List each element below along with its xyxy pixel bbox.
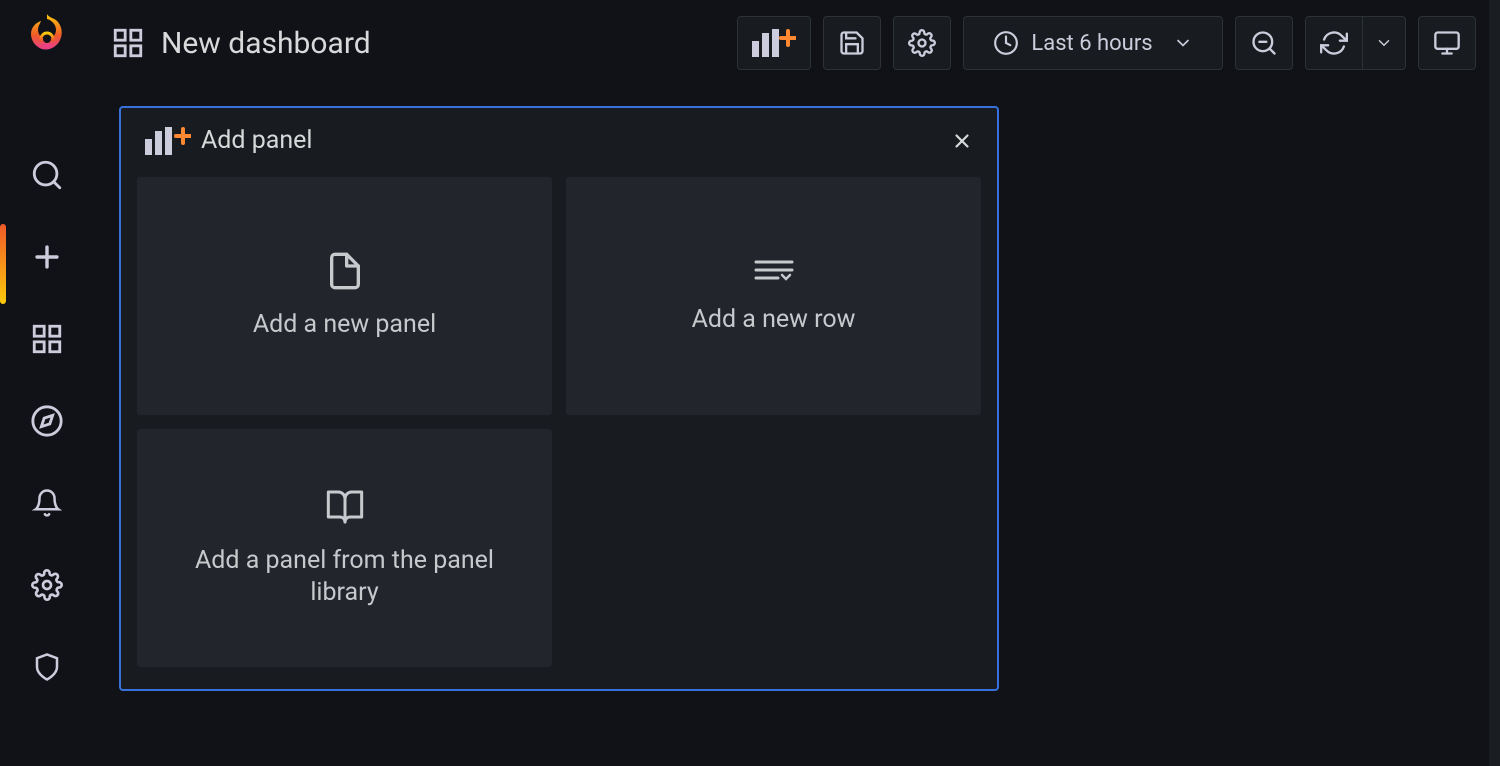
left-sidebar — [0, 0, 93, 766]
sidebar-alerting[interactable] — [20, 476, 74, 530]
tile-label: Add a new row — [692, 304, 856, 337]
save-button[interactable] — [823, 16, 881, 70]
time-range-label: Last 6 hours — [1031, 31, 1152, 56]
refresh-interval-button[interactable] — [1362, 16, 1406, 70]
toolbar: New dashboard Last 6 hours — [93, 0, 1500, 86]
add-panel-header: Add panel — [121, 108, 997, 169]
tile-add-new-panel[interactable]: Add a new panel — [137, 177, 552, 415]
tile-add-new-row[interactable]: Add a new row — [566, 177, 981, 415]
add-panel-icon — [145, 127, 191, 155]
scrollbar[interactable] — [1489, 0, 1500, 766]
dashboard-icon — [111, 26, 145, 60]
sidebar-search[interactable] — [20, 148, 74, 202]
content: Add panel Add a new panel — [93, 86, 1500, 711]
kiosk-button[interactable] — [1418, 16, 1476, 70]
settings-button[interactable] — [893, 16, 951, 70]
sidebar-admin[interactable] — [20, 640, 74, 694]
main-area: New dashboard Last 6 hours — [93, 0, 1500, 766]
close-button[interactable] — [951, 130, 973, 152]
time-range-button[interactable]: Last 6 hours — [963, 16, 1223, 70]
page-title[interactable]: New dashboard — [161, 26, 371, 61]
book-icon — [323, 487, 367, 527]
refresh-button[interactable] — [1305, 16, 1362, 70]
sidebar-dashboards[interactable] — [20, 312, 74, 366]
add-panel-button[interactable] — [737, 16, 811, 70]
sidebar-configuration[interactable] — [20, 558, 74, 612]
zoom-out-button[interactable] — [1235, 16, 1293, 70]
add-panel-widget: Add panel Add a new panel — [119, 106, 999, 691]
title-group: New dashboard — [111, 26, 725, 61]
add-panel-title: Add panel — [201, 126, 313, 155]
add-panel-body: Add a new panel Add a new row — [121, 169, 997, 689]
sidebar-explore[interactable] — [20, 394, 74, 448]
row-icon — [752, 256, 796, 286]
tile-label: Add a new panel — [253, 309, 436, 342]
chevron-down-icon — [1173, 33, 1193, 53]
sidebar-create[interactable] — [20, 230, 74, 284]
tile-add-from-library[interactable]: Add a panel from the panel library — [137, 429, 552, 667]
tile-label: Add a panel from the panel library — [167, 545, 522, 610]
file-icon — [325, 251, 365, 291]
grafana-logo[interactable] — [23, 12, 71, 60]
refresh-group — [1305, 16, 1406, 70]
clock-icon — [993, 30, 1019, 56]
